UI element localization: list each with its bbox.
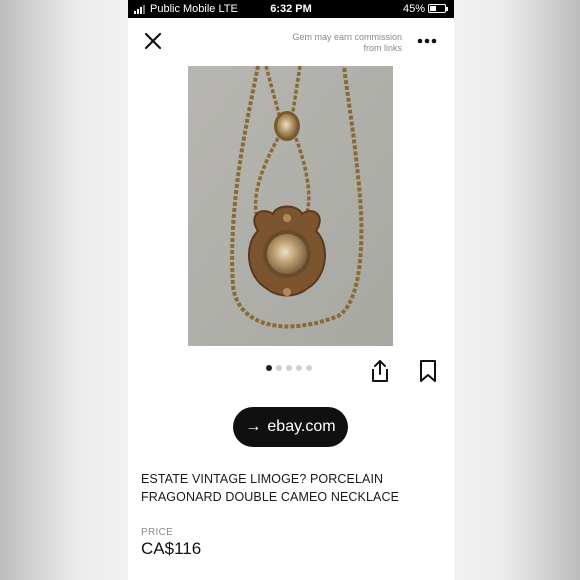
pagination-dot[interactable] xyxy=(276,365,282,371)
price-label: PRICE xyxy=(141,527,174,538)
share-button[interactable] xyxy=(368,358,392,384)
arrow-right-icon: → xyxy=(245,418,262,435)
close-button[interactable] xyxy=(142,30,164,52)
more-options-button[interactable] xyxy=(416,34,438,48)
phone-screen: Public Mobile LTE 6:32 PM 45% Gem may ea… xyxy=(128,0,454,580)
battery-percent: 45% xyxy=(403,3,426,15)
battery-icon xyxy=(428,4,448,13)
ebay-link-button[interactable]: → ebay.com xyxy=(233,407,348,447)
image-pagination xyxy=(266,365,312,371)
background-blur-left xyxy=(0,0,128,580)
necklace-photo xyxy=(188,65,393,346)
battery-level xyxy=(430,6,436,11)
pagination-dot[interactable] xyxy=(306,365,312,371)
pagination-dot[interactable] xyxy=(286,365,292,371)
close-icon xyxy=(144,32,162,50)
price-value: CA$116 xyxy=(141,539,202,558)
bookmark-icon xyxy=(420,360,436,382)
ebay-link-label: ebay.com xyxy=(267,418,336,435)
bookmark-button[interactable] xyxy=(418,358,438,384)
top-bar: Gem may earn commission from links xyxy=(128,18,454,64)
background-blur-right xyxy=(452,0,580,580)
pagination-dot[interactable] xyxy=(266,365,272,371)
pagination-dot[interactable] xyxy=(296,365,302,371)
commission-disclaimer: Gem may earn commission from links xyxy=(292,32,402,53)
listing-title: ESTATE VINTAGE LIMOGE? PORCELAIN FRAGONA… xyxy=(141,472,400,504)
more-horizontal-icon xyxy=(417,38,437,44)
share-icon xyxy=(372,360,388,382)
status-bar: Public Mobile LTE 6:32 PM 45% xyxy=(128,0,454,18)
product-image[interactable] xyxy=(188,65,393,346)
